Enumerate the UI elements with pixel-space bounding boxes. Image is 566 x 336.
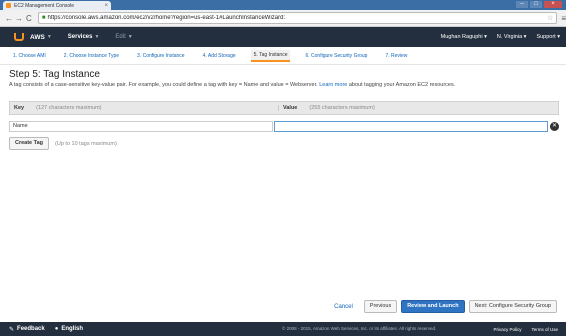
table-row: Name ✕ [9, 118, 559, 134]
copyright-text: © 2008 - 2015, Amazon Web Services, Inc.… [282, 326, 437, 331]
aws-top-nav: AWS ▼ Services ▼ Edit ▼ Mughan Raguphi ▾… [0, 27, 566, 47]
key-header-label: Key [14, 105, 25, 111]
step-configure-security-group[interactable]: 6. Configure Security Group [302, 51, 370, 61]
key-header-hint: (127 characters maximum) [36, 105, 102, 111]
browser-menu-icon[interactable]: ≡ [561, 14, 566, 23]
delete-tag-icon[interactable]: ✕ [550, 121, 559, 131]
terms-of-use-link[interactable]: Terms of Use [531, 327, 558, 332]
cancel-link[interactable]: Cancel [334, 304, 353, 310]
step-tag-instance[interactable]: 5. Tag Instance [250, 49, 291, 62]
globe-icon: ● [54, 326, 59, 332]
browser-tab[interactable]: EC2 Management Console × [3, 1, 111, 10]
tag-value-input[interactable] [274, 120, 548, 132]
create-tag-row: Create Tag (Up to 10 tags maximum) [9, 137, 117, 150]
value-column-header: Value (255 characters maximum) [278, 105, 558, 111]
wizard-steps: 1. Choose AMI 2. Choose Instance Type 3.… [0, 47, 566, 65]
learn-more-link[interactable]: Learn more [319, 82, 347, 88]
chevron-down-icon: ▼ [46, 34, 52, 40]
user-name: Mughan Raguphi [440, 34, 483, 40]
step-choose-ami[interactable]: 1. Choose AMI [10, 51, 49, 61]
browser-titlebar: EC2 Management Console × – □ × [0, 0, 566, 10]
nav-right-group: Mughan Raguphi ▾ N. Virginia ▾ Support ▾ [431, 27, 560, 47]
tag-key-input[interactable]: Name [9, 120, 273, 132]
window-controls: – □ × [516, 1, 562, 8]
page-title: Step 5: Tag Instance [9, 69, 100, 80]
desc-text: A tag consists of a case-sensitive key-v… [9, 82, 320, 88]
chevron-down-icon: ▼ [127, 34, 133, 40]
address-bar: ← → C ■ https://console.aws.amazon.com/e… [0, 10, 566, 27]
feedback-link[interactable]: Feedback [17, 326, 45, 332]
value-header-label: Value [283, 105, 298, 111]
key-column-header: Key (127 characters maximum) [10, 105, 278, 111]
next-configure-security-group-button[interactable]: Next: Configure Security Group [468, 300, 557, 313]
url-input[interactable]: ■ https://console.aws.amazon.com/ec2/v2/… [37, 12, 558, 24]
aws-logo-icon[interactable] [14, 33, 24, 41]
support-label: Support [536, 34, 556, 40]
tag-table: Key (127 characters maximum) Value (255 … [9, 101, 559, 134]
aws-menu[interactable]: AWS [30, 34, 45, 41]
forward-button[interactable]: → [14, 14, 24, 23]
url-text: https://console.aws.amazon.com/ec2/v2/ho… [47, 15, 286, 21]
privacy-policy-link[interactable]: Privacy Policy [493, 327, 521, 332]
browser-window: EC2 Management Console × – □ × ← → C ■ h… [0, 0, 566, 336]
step-add-storage[interactable]: 4. Add Storage [200, 51, 239, 61]
bookmark-star-icon[interactable]: ☆ [547, 14, 553, 22]
support-menu[interactable]: Support ▾ [536, 34, 560, 40]
edit-menu[interactable]: Edit [115, 34, 125, 40]
step-review[interactable]: 7. Review [382, 51, 410, 61]
footer-bar: ✎ Feedback ● English © 2008 - 2015, Amaz… [0, 322, 566, 336]
window-close-button[interactable]: × [544, 1, 562, 8]
chevron-down-icon: ▼ [94, 34, 100, 40]
page-description: A tag consists of a case-sensitive key-v… [9, 82, 559, 88]
value-header-hint: (255 characters maximum) [309, 105, 375, 111]
user-menu[interactable]: Mughan Raguphi ▾ [441, 34, 487, 40]
services-menu[interactable]: Services [68, 34, 93, 40]
tab-title: EC2 Management Console [14, 2, 75, 9]
footer-links: Privacy Policy Terms of Use [483, 322, 558, 336]
region-name: N. Virginia [496, 34, 523, 40]
aws-favicon-icon [6, 3, 11, 8]
step-configure-instance[interactable]: 3. Configure Instance [134, 51, 188, 61]
back-button[interactable]: ← [4, 14, 14, 23]
table-header: Key (127 characters maximum) Value (255 … [9, 101, 559, 115]
wizard-actions: Cancel Previous Review and Launch Next: … [334, 300, 557, 313]
feedback-icon: ✎ [9, 326, 15, 333]
lock-icon: ■ [41, 15, 46, 21]
create-tag-hint: (Up to 10 tags maximum) [55, 140, 117, 147]
create-tag-button[interactable]: Create Tag [9, 137, 50, 150]
tab-close-icon[interactable]: × [104, 3, 108, 9]
desc-text-end: about tagging your Amazon EC2 resources. [347, 82, 456, 88]
step-choose-instance-type[interactable]: 2. Choose Instance Type [61, 51, 122, 61]
region-menu[interactable]: N. Virginia ▾ [497, 34, 527, 40]
language-selector[interactable]: English [61, 326, 83, 332]
minimize-button[interactable]: – [516, 1, 528, 8]
maximize-button[interactable]: □ [530, 1, 542, 8]
review-and-launch-button[interactable]: Review and Launch [401, 300, 465, 313]
previous-button[interactable]: Previous [363, 300, 398, 313]
reload-button[interactable]: C [24, 14, 34, 23]
